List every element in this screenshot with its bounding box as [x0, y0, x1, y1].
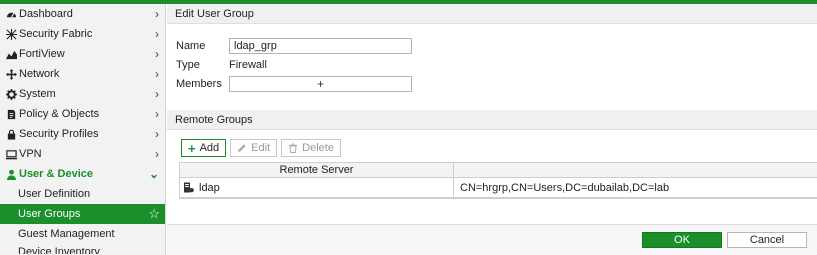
members-row: Members +	[176, 76, 412, 92]
type-label: Type	[176, 59, 200, 71]
chevron-right-icon: ›	[155, 67, 159, 81]
column-header-remote-server[interactable]: Remote Server	[180, 163, 454, 177]
fortiview-icon	[5, 48, 17, 60]
chevron-down-icon: ⌄	[148, 167, 159, 181]
sidebar-subitem-label: Device Inventory	[18, 246, 100, 254]
edit-user-group-header: Edit User Group	[167, 4, 817, 24]
delete-button-label: Delete	[302, 142, 334, 154]
sidebar-subitem-user-definition[interactable]: User Definition	[0, 184, 165, 204]
remote-groups-toolbar: + Add Edit Delete	[181, 139, 341, 157]
sidebar-item-system[interactable]: System ›	[0, 84, 165, 104]
main-panel: Edit User Group Name Type Firewall Membe…	[167, 4, 817, 255]
gear-icon	[5, 88, 17, 100]
sidebar: Dashboard › Security Fabric › FortiView …	[0, 4, 166, 255]
sidebar-subitem-device-inventory[interactable]: Device Inventory	[0, 244, 165, 254]
sidebar-item-network[interactable]: Network ›	[0, 64, 165, 84]
type-value: Firewall	[229, 59, 267, 71]
sidebar-item-label: VPN	[19, 148, 42, 160]
sidebar-item-label: Dashboard	[19, 8, 73, 20]
add-button-label: Add	[199, 142, 220, 154]
sidebar-subitem-guest-management[interactable]: Guest Management	[0, 224, 165, 244]
star-icon[interactable]: ☆	[148, 206, 160, 222]
sidebar-item-label: Network	[19, 68, 60, 80]
chevron-right-icon: ›	[155, 87, 159, 101]
lock-icon	[5, 128, 17, 140]
policy-icon	[5, 108, 17, 120]
members-add-button[interactable]: +	[229, 76, 412, 92]
remote-groups-header: Remote Groups	[167, 110, 817, 130]
sidebar-item-label: System	[19, 88, 56, 100]
edit-button[interactable]: Edit	[230, 139, 278, 157]
sidebar-subitem-label: User Groups	[18, 208, 81, 220]
plus-icon: +	[316, 77, 324, 91]
chevron-right-icon: ›	[155, 107, 159, 121]
security-fabric-icon	[5, 28, 17, 40]
sidebar-subitem-label: User Definition	[18, 188, 91, 200]
plus-icon: +	[188, 140, 196, 156]
sidebar-item-security-fabric[interactable]: Security Fabric ›	[0, 24, 165, 44]
members-label: Members	[176, 78, 222, 90]
sidebar-item-fortiview[interactable]: FortiView ›	[0, 44, 165, 64]
edit-button-label: Edit	[251, 142, 271, 154]
sidebar-item-vpn[interactable]: VPN ›	[0, 144, 165, 164]
sidebar-item-dashboard[interactable]: Dashboard ›	[0, 4, 165, 24]
user-icon	[5, 168, 17, 180]
delete-button[interactable]: Delete	[281, 139, 341, 157]
name-label: Name	[176, 40, 206, 52]
dashboard-icon	[5, 8, 17, 20]
table-header-row: Remote Server	[180, 163, 817, 178]
remote-groups-table: Remote Server ldap CN=hrgrp,CN=Users,DC=…	[179, 162, 817, 199]
chevron-right-icon: ›	[155, 27, 159, 41]
sidebar-subitem-label: Guest Management	[18, 228, 115, 240]
remote-server-cell: ldap	[180, 178, 454, 197]
network-icon	[5, 68, 17, 80]
sidebar-item-label: Policy & Objects	[19, 108, 100, 120]
chevron-right-icon: ›	[155, 127, 159, 141]
chevron-right-icon: ›	[155, 147, 159, 161]
footer-bar: OK Cancel	[167, 224, 817, 255]
sidebar-item-policy-objects[interactable]: Policy & Objects ›	[0, 104, 165, 124]
remote-server-name: ldap	[199, 181, 220, 194]
add-button[interactable]: + Add	[181, 139, 227, 157]
ok-button[interactable]: OK	[642, 232, 722, 248]
chevron-right-icon: ›	[155, 47, 159, 61]
sidebar-item-security-profiles[interactable]: Security Profiles ›	[0, 124, 165, 144]
sidebar-item-user-device[interactable]: User & Device ⌄	[0, 164, 165, 184]
sidebar-item-label: User & Device	[19, 168, 93, 180]
name-row: Name	[176, 38, 412, 54]
remote-group-cell: CN=hrgrp,CN=Users,DC=dubailab,DC=lab	[460, 181, 670, 194]
sidebar-item-label: FortiView	[19, 48, 65, 60]
trash-icon	[288, 143, 298, 153]
vpn-icon	[5, 148, 17, 160]
sidebar-subitem-user-groups[interactable]: User Groups ☆	[0, 204, 165, 224]
name-input[interactable]	[229, 38, 412, 54]
type-row: Type Firewall	[176, 57, 267, 73]
column-header-groups[interactable]	[454, 163, 817, 177]
table-row[interactable]: ldap CN=hrgrp,CN=Users,DC=dubailab,DC=la…	[180, 178, 817, 198]
pencil-icon	[237, 143, 247, 153]
sidebar-item-label: Security Fabric	[19, 28, 93, 40]
chevron-right-icon: ›	[155, 7, 159, 21]
cancel-button[interactable]: Cancel	[727, 232, 807, 248]
sidebar-item-label: Security Profiles	[19, 128, 99, 140]
ldap-server-icon	[184, 182, 194, 193]
